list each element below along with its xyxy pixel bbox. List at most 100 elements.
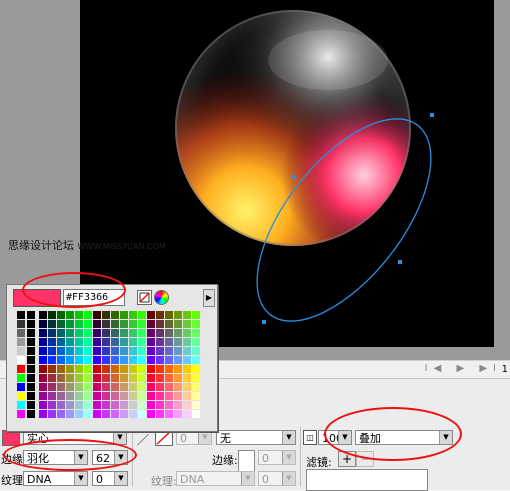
stroke-size-field[interactable]: 0 ▼ bbox=[176, 430, 212, 445]
swatch-cell[interactable] bbox=[174, 401, 182, 409]
swatch-cell[interactable] bbox=[147, 338, 155, 346]
swatch-cell[interactable] bbox=[102, 383, 110, 391]
swatch-cell[interactable] bbox=[39, 392, 47, 400]
swatch-cell[interactable] bbox=[66, 374, 74, 382]
pencil-icon[interactable]: ／ bbox=[137, 431, 149, 448]
swatch-cell[interactable] bbox=[183, 320, 191, 328]
swatch-cell[interactable] bbox=[57, 401, 65, 409]
swatch-cell[interactable] bbox=[39, 356, 47, 364]
swatch-cell[interactable] bbox=[120, 338, 128, 346]
swatch-cell[interactable] bbox=[17, 410, 25, 418]
swatch-cell[interactable] bbox=[17, 329, 25, 337]
swatch-cell[interactable] bbox=[192, 401, 200, 409]
swatch-cell[interactable] bbox=[156, 347, 164, 355]
swatch-cell[interactable] bbox=[39, 311, 47, 319]
swatch-cell[interactable] bbox=[102, 392, 110, 400]
swatch-cell[interactable] bbox=[93, 365, 101, 373]
swatch-cell[interactable] bbox=[165, 356, 173, 364]
swatch-cell[interactable] bbox=[84, 365, 92, 373]
swatch-cell[interactable] bbox=[192, 338, 200, 346]
swatch-cell[interactable] bbox=[138, 329, 146, 337]
swatch-cell[interactable] bbox=[48, 374, 56, 382]
swatch-cell[interactable] bbox=[66, 320, 74, 328]
swatch-cell[interactable] bbox=[84, 338, 92, 346]
swatch-cell[interactable] bbox=[39, 347, 47, 355]
swatch-cell[interactable] bbox=[174, 374, 182, 382]
swatch-cell[interactable] bbox=[57, 374, 65, 382]
swatch-cell[interactable] bbox=[147, 383, 155, 391]
swatch-cell[interactable] bbox=[174, 392, 182, 400]
swatch-cell[interactable] bbox=[147, 329, 155, 337]
swatch-cell[interactable] bbox=[27, 311, 35, 319]
swatch-cell[interactable] bbox=[48, 338, 56, 346]
swatch-cell[interactable] bbox=[165, 374, 173, 382]
swatch-cell[interactable] bbox=[147, 392, 155, 400]
color-wheel-icon[interactable] bbox=[154, 290, 169, 305]
swatch-cell[interactable] bbox=[93, 401, 101, 409]
swatch-cell[interactable] bbox=[138, 311, 146, 319]
swatch-cell[interactable] bbox=[174, 365, 182, 373]
swatch-cell[interactable] bbox=[48, 311, 56, 319]
swatch-cell[interactable] bbox=[111, 401, 119, 409]
swatch-cell[interactable] bbox=[27, 320, 35, 328]
swatch-cell[interactable] bbox=[17, 347, 25, 355]
swatch-cell[interactable] bbox=[111, 410, 119, 418]
swatch-cell[interactable] bbox=[129, 392, 137, 400]
swatch-cell[interactable] bbox=[66, 383, 74, 391]
swatch-cell[interactable] bbox=[111, 392, 119, 400]
swatch-cell[interactable] bbox=[66, 401, 74, 409]
swatch-cell[interactable] bbox=[165, 392, 173, 400]
swatch-cell[interactable] bbox=[57, 329, 65, 337]
swatch-cell[interactable] bbox=[48, 329, 56, 337]
swatch-cell[interactable] bbox=[111, 347, 119, 355]
swatch-cell[interactable] bbox=[156, 320, 164, 328]
swatch-cell[interactable] bbox=[165, 338, 173, 346]
swatch-cell[interactable] bbox=[147, 311, 155, 319]
swatch-cell[interactable] bbox=[183, 329, 191, 337]
swatch-cell[interactable] bbox=[174, 320, 182, 328]
swatch-cell[interactable] bbox=[156, 365, 164, 373]
swatch-cell[interactable] bbox=[102, 401, 110, 409]
swatch-cell[interactable] bbox=[66, 329, 74, 337]
swatch-cell[interactable] bbox=[156, 338, 164, 346]
swatch-cell[interactable] bbox=[120, 320, 128, 328]
fill-color-swatch[interactable] bbox=[2, 430, 20, 446]
swatch-cell[interactable] bbox=[156, 374, 164, 382]
swatch-cell[interactable] bbox=[120, 329, 128, 337]
swatch-cell[interactable] bbox=[39, 401, 47, 409]
swatch-cell[interactable] bbox=[39, 374, 47, 382]
swatch-cell[interactable] bbox=[120, 410, 128, 418]
no-color-icon[interactable] bbox=[137, 290, 152, 305]
swatch-cell[interactable] bbox=[66, 392, 74, 400]
stroke-edge-field[interactable]: 0 ▼ bbox=[258, 450, 296, 465]
swatch-cell[interactable] bbox=[48, 392, 56, 400]
swatch-cell[interactable] bbox=[129, 338, 137, 346]
swatch-cell[interactable] bbox=[111, 311, 119, 319]
swatch-cell[interactable] bbox=[192, 374, 200, 382]
swatch-cell[interactable] bbox=[57, 392, 65, 400]
swatch-cell[interactable] bbox=[84, 329, 92, 337]
swatch-cell[interactable] bbox=[57, 356, 65, 364]
swatch-cell[interactable] bbox=[102, 338, 110, 346]
swatch-cell[interactable] bbox=[102, 365, 110, 373]
swatch-cell[interactable] bbox=[57, 311, 65, 319]
swatch-cell[interactable] bbox=[165, 347, 173, 355]
swatch-cell[interactable] bbox=[183, 365, 191, 373]
swatch-cell[interactable] bbox=[183, 356, 191, 364]
swatch-cell[interactable] bbox=[192, 356, 200, 364]
stroke-texture-amount-field[interactable]: 0 ▼ bbox=[258, 471, 296, 486]
swatch-cell[interactable] bbox=[183, 338, 191, 346]
swatch-cell[interactable] bbox=[17, 392, 25, 400]
swatch-cell[interactable] bbox=[138, 365, 146, 373]
swatch-cell[interactable] bbox=[84, 410, 92, 418]
swatch-cell[interactable] bbox=[66, 410, 74, 418]
swatch-cell[interactable] bbox=[57, 365, 65, 373]
swatch-cell[interactable] bbox=[75, 338, 83, 346]
swatch-cell[interactable] bbox=[93, 338, 101, 346]
swatch-cell[interactable] bbox=[57, 383, 65, 391]
swatch-cell[interactable] bbox=[102, 410, 110, 418]
swatch-cell[interactable] bbox=[66, 338, 74, 346]
swatch-cell[interactable] bbox=[120, 356, 128, 364]
swatch-cell[interactable] bbox=[66, 356, 74, 364]
swatch-cell[interactable] bbox=[93, 410, 101, 418]
